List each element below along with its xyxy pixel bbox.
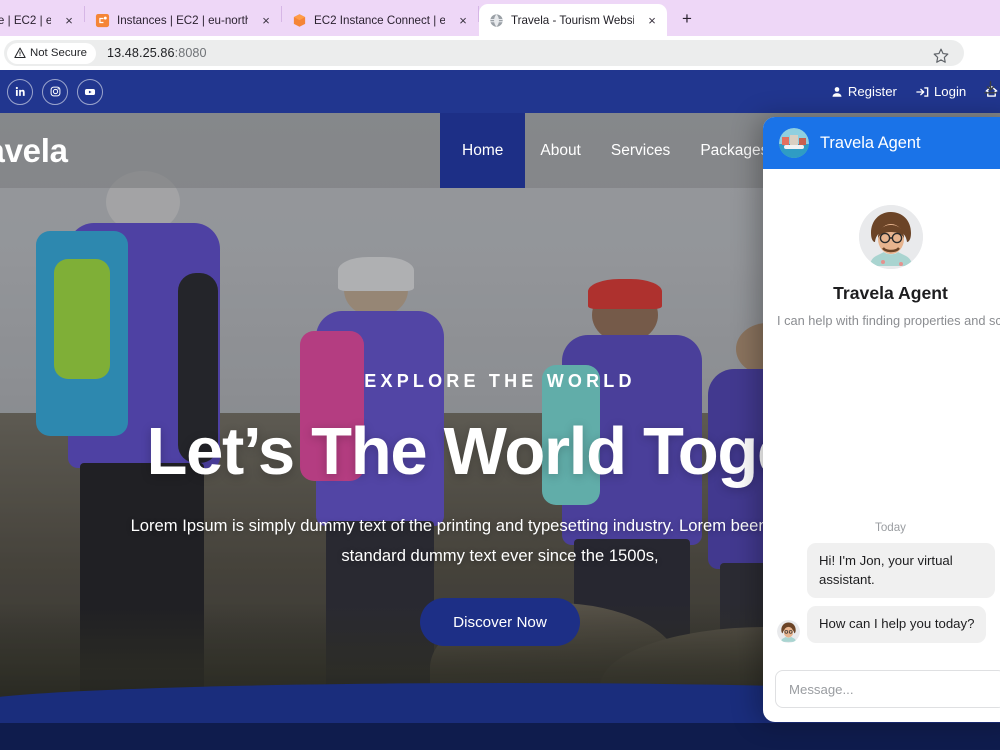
chat-agent-description: I can help with finding properties and s… <box>777 313 1000 328</box>
youtube-icon[interactable] <box>77 78 103 105</box>
close-icon[interactable]: × <box>60 11 78 29</box>
screen: tance | EC2 | eu × Instances | EC2 | eu-… <box>0 0 1000 750</box>
discover-now-button[interactable]: Discover Now <box>420 598 580 646</box>
warning-triangle-icon <box>14 47 26 59</box>
address-bar: Not Secure 13.48.25.86:8080 <box>0 36 1000 94</box>
tab-title: Travela - Tourism Website Tem <box>511 13 634 27</box>
chat-intro: Travela Agent I can help with finding pr… <box>777 169 1000 331</box>
chat-body: Travela Agent I can help with finding pr… <box>763 169 1000 660</box>
url-text: 13.48.25.86:8080 <box>107 46 207 60</box>
bookmark-star-icon[interactable] <box>932 47 950 65</box>
topbar-links: Register Login My D <box>831 84 1000 99</box>
register-link[interactable]: Register <box>831 84 897 99</box>
user-icon <box>831 86 843 98</box>
login-label: Login <box>933 84 967 99</box>
close-icon[interactable]: × <box>257 11 275 29</box>
chat-message-row: How can I help you today? <box>777 606 1000 644</box>
linkedin-icon[interactable] <box>7 78 33 105</box>
login-link[interactable]: Login <box>916 84 966 99</box>
browser-tab-2[interactable]: Instances | EC2 | eu-north-1 × <box>85 4 281 36</box>
aws-cube-icon <box>292 13 307 28</box>
chat-messages: Hi! I'm Jon, your virtual assistant. How… <box>777 543 1000 651</box>
chat-header: Travela Agent <box>763 117 1000 169</box>
instagram-icon[interactable] <box>42 78 68 105</box>
site-topbar: Register Login My D <box>0 70 1000 113</box>
close-icon[interactable]: × <box>643 11 661 29</box>
chat-message-input[interactable] <box>775 670 1000 708</box>
browser-tab-4-active[interactable]: Travela - Tourism Website Tem × <box>479 4 667 36</box>
browser-chrome: tance | EC2 | eu × Instances | EC2 | eu-… <box>0 0 1000 94</box>
omnibox[interactable]: Not Secure 13.48.25.86:8080 <box>4 40 964 66</box>
tab-title: Instances | EC2 | eu-north-1 <box>117 13 248 27</box>
agent-avatar <box>858 205 923 269</box>
sign-in-icon <box>916 86 929 98</box>
url-host: 13.48.25.86 <box>106 46 175 60</box>
security-status-badge[interactable]: Not Secure <box>7 42 96 64</box>
browser-tab-3[interactable]: EC2 Instance Connect | eu-no × <box>282 4 478 36</box>
url-port: :8080 <box>174 46 207 60</box>
hero-subline: Lorem Ipsum is simply dummy text of the … <box>130 516 870 565</box>
chat-widget: Travela Agent Travela Agent I can help w… <box>763 117 1000 722</box>
browser-tab-1[interactable]: tance | EC2 | eu × <box>0 4 84 36</box>
chat-header-avatar <box>779 128 809 158</box>
close-icon[interactable]: × <box>454 11 472 29</box>
chat-bubble: How can I help you today? <box>807 606 987 644</box>
chat-bubble: Hi! I'm Jon, your virtual assistant. <box>807 543 995 599</box>
chat-agent-name: Travela Agent <box>833 283 948 303</box>
tab-title: tance | EC2 | eu <box>0 13 51 27</box>
aws-ec2-icon <box>95 13 110 28</box>
new-tab-button[interactable]: + <box>673 5 701 33</box>
chat-message-row: Hi! I'm Jon, your virtual assistant. <box>777 543 1000 599</box>
globe-icon <box>489 13 504 28</box>
download-icon[interactable] <box>982 80 999 97</box>
social-links <box>0 78 103 105</box>
chat-title: Travela Agent <box>820 133 921 152</box>
chat-day-stamp: Today <box>875 521 906 534</box>
tab-strip: tance | EC2 | eu × Instances | EC2 | eu-… <box>0 0 1000 36</box>
chat-input-area <box>763 660 1000 722</box>
tab-title: EC2 Instance Connect | eu-no <box>314 13 445 27</box>
security-status-label: Not Secure <box>30 47 87 59</box>
message-avatar <box>777 620 800 644</box>
register-label: Register <box>847 84 897 99</box>
